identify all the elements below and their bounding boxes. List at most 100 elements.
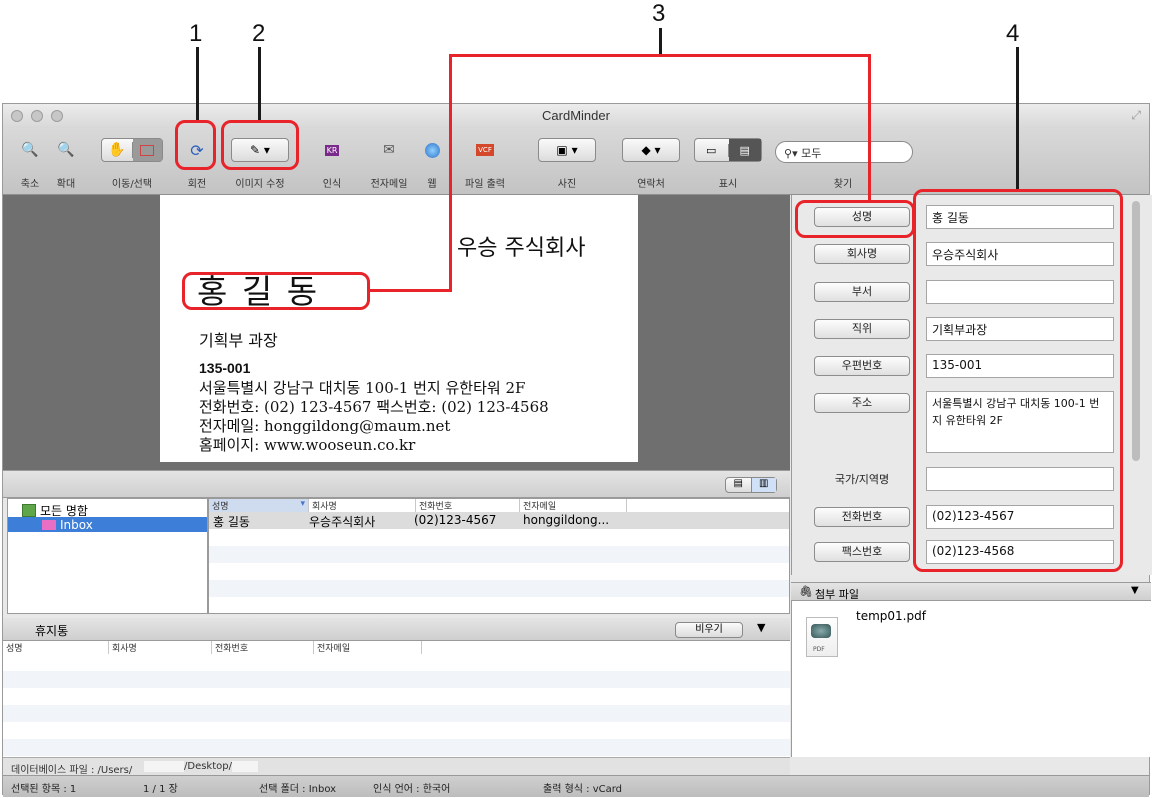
column-header-email[interactable]: 전자메일 <box>520 499 627 512</box>
sort-desc-icon: ▾ <box>300 499 305 509</box>
field-button-company[interactable]: 회사명 <box>814 244 910 264</box>
zoom-in-icon[interactable]: 🔍 <box>53 138 79 162</box>
field-button-zip[interactable]: 우편번호 <box>814 356 910 376</box>
row-name: 홍 길동 <box>213 515 250 529</box>
display-label: 표시 <box>718 179 738 190</box>
card-stack-icon <box>22 504 36 517</box>
fields-scrollbar[interactable] <box>1132 201 1140 461</box>
photo-label: 사진 <box>557 179 577 190</box>
annotation-box-2 <box>221 120 299 170</box>
web-label: 웹 <box>427 179 437 190</box>
callout-4: 4 <box>1006 20 1020 47</box>
web-icon[interactable] <box>419 138 445 162</box>
single-view-icon[interactable]: ▭ <box>695 143 729 157</box>
email-icon[interactable]: ✉ <box>376 138 402 162</box>
column-header-company[interactable]: 회사명 <box>309 499 416 512</box>
empty-row <box>3 705 790 722</box>
zoom-out-label: 축소 <box>20 179 40 190</box>
card-address: 서울특별시 강남구 대치동 100-1 번지 유한타워 2F <box>199 379 526 397</box>
status-page: 1 / 1 장 <box>143 784 178 795</box>
row-phone: (02)123-4567 <box>414 513 497 527</box>
status-format: 출력 형식 : vCard <box>543 784 623 795</box>
file-output-icon[interactable]: VCF <box>472 138 498 162</box>
recognize-icon[interactable]: KR <box>319 138 345 162</box>
trash-title: 휴지통 <box>35 624 69 638</box>
attachment-filename[interactable]: temp01.pdf <box>856 609 926 623</box>
zoom-out-icon[interactable]: 🔍 <box>17 138 43 162</box>
trash-list: 성명 회사명 전화번호 전자메일 <box>3 640 790 758</box>
empty-row <box>3 739 790 756</box>
file-output-badge: VCF <box>476 144 494 156</box>
paperclip-icon: 🖇 <box>799 585 813 598</box>
annotation-box-3-field <box>795 200 915 238</box>
leader-line-3-stem <box>659 28 662 54</box>
empty-row <box>209 580 789 597</box>
select-rect-icon[interactable] <box>132 139 162 161</box>
card-company: 우승 주식회사 <box>457 236 586 261</box>
leader-line-3-top <box>449 54 871 57</box>
search-label: 찾기 <box>833 179 853 190</box>
empty-trash-button[interactable]: 비우기 <box>675 622 743 638</box>
redacted-file <box>232 761 258 772</box>
pdf-file-icon[interactable]: PDF <box>806 617 838 657</box>
status-selected: 선택된 항목 : 1 <box>11 784 77 795</box>
callout-3: 3 <box>652 0 666 27</box>
status-language: 인식 언어 : 한국어 <box>373 784 451 795</box>
card-list-icon[interactable]: ▥ <box>751 478 776 492</box>
contacts-label: 연락처 <box>637 179 665 190</box>
contacts-dropdown[interactable]: ◆ ▾ <box>622 138 680 162</box>
display-segmented[interactable]: ▭ ▤ <box>694 138 762 162</box>
collapse-icon[interactable]: ▼ <box>757 621 765 634</box>
trash-header: 휴지통 비우기 ▼ <box>3 618 790 640</box>
leader-line-3-left <box>449 54 452 292</box>
card-viewer: 우승 주식회사 홍 길 동 기획부 과장 135-001 서울특별시 강남구 대… <box>3 195 790 470</box>
trash-column-phone[interactable]: 전화번호 <box>212 641 314 654</box>
column-header-name[interactable]: 성명 ▾ <box>209 499 309 512</box>
hand-icon[interactable]: ✋ <box>102 142 133 158</box>
zoom-in-label: 확대 <box>56 179 76 190</box>
search-input[interactable]: ⚲▾ 모두 <box>775 141 913 163</box>
field-button-phone[interactable]: 전화번호 <box>814 507 910 527</box>
photo-dropdown[interactable]: ▣ ▾ <box>538 138 596 162</box>
table-row[interactable]: 홍 길동 우승주식회사 (02)123-4567 honggildong... <box>209 512 789 529</box>
field-button-dept[interactable]: 부서 <box>814 282 910 302</box>
field-button-position[interactable]: 직위 <box>814 319 910 339</box>
recognize-badge: KR <box>324 144 340 156</box>
fullscreen-icon[interactable]: ⤢ <box>1131 108 1141 123</box>
contacts-icon: ◆ <box>641 143 651 157</box>
card-title: 기획부 과장 <box>199 331 278 350</box>
redacted-user <box>144 761 184 772</box>
field-button-address[interactable]: 주소 <box>814 393 910 413</box>
status-bar: 선택된 항목 : 1 1 / 1 장 선택 폴더 : Inbox 인식 언어 :… <box>3 775 1149 797</box>
field-button-fax[interactable]: 팩스번호 <box>814 542 910 562</box>
attachments-collapse-icon[interactable]: ▼ <box>1131 585 1139 596</box>
status-folder: 선택 폴더 : Inbox <box>259 784 337 795</box>
leader-line-3-right <box>868 54 871 202</box>
trash-column-name[interactable]: 성명 <box>3 641 109 654</box>
list-view-toggle[interactable]: ▤ ▥ <box>725 477 777 493</box>
trash-column-company[interactable]: 회사명 <box>109 641 212 654</box>
column-header-name-label: 성명 <box>212 502 229 512</box>
move-select-segmented[interactable]: ✋ <box>101 138 163 162</box>
leader-line-2 <box>258 47 261 120</box>
card-homepage: 홈페이지: www.wooseun.co.kr <box>199 436 416 454</box>
column-header-phone[interactable]: 전화번호 <box>416 499 520 512</box>
card-email: 전자메일: honggildong@maum.net <box>199 417 451 435</box>
window-title: CardMinder <box>542 108 610 123</box>
empty-row <box>209 546 789 563</box>
empty-row <box>3 671 790 688</box>
card-list: 성명 ▾ 회사명 전화번호 전자메일 홍 길동 우승주식회사 (02)123-45… <box>208 498 790 614</box>
business-card-image: 우승 주식회사 홍 길 동 기획부 과장 135-001 서울특별시 강남구 대… <box>160 195 638 462</box>
list-icon[interactable]: ▤ <box>726 478 752 492</box>
tree-item-inbox[interactable]: Inbox <box>8 517 207 532</box>
file-output-label: 파일 출력 <box>465 179 505 190</box>
trash-column-email[interactable]: 전자메일 <box>314 641 422 654</box>
edit-image-label: 이미지 수정 <box>235 179 285 190</box>
leader-line-1 <box>196 47 199 120</box>
card-zip: 135-001 <box>199 360 251 376</box>
split-view-icon[interactable]: ▤ <box>728 139 761 161</box>
search-icon: ⚲ <box>784 147 793 160</box>
leader-line-3-card <box>368 289 452 292</box>
recognize-label: 인식 <box>322 179 342 190</box>
viewer-splitter[interactable]: ▤ ▥ <box>3 470 790 498</box>
